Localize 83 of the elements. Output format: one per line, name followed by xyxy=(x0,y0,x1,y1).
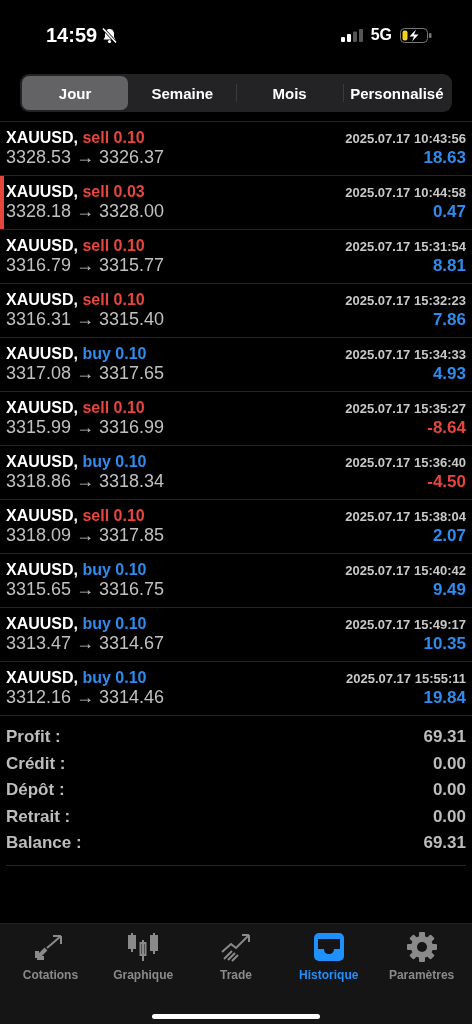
order-type: sell 0.10 xyxy=(82,291,145,308)
battery-charging-icon xyxy=(400,27,432,43)
summary-label: Dépôt : xyxy=(6,780,65,801)
price-range: 3328.53 → 3326.37 xyxy=(6,147,165,168)
trade-profit: 9.49 xyxy=(432,580,466,600)
trade-profit: 18.63 xyxy=(423,148,466,168)
order-type: buy 0.10 xyxy=(82,669,147,686)
network-label: 5G xyxy=(370,26,392,44)
symbol-name: XAUUSD, xyxy=(6,291,78,308)
summary-label: Retrait : xyxy=(6,806,71,827)
order-type: sell 0.10 xyxy=(82,129,145,146)
order-type: buy 0.10 xyxy=(82,453,147,470)
summary-value: 0.00 xyxy=(432,753,466,774)
trade-profit: 10.35 xyxy=(423,634,466,654)
trade-time: 2025.07.17 15:36:40 xyxy=(345,455,466,470)
summary-label: Balance : xyxy=(6,833,82,854)
trade-time: 2025.07.17 10:43:56 xyxy=(345,131,466,146)
trade-profit: 19.84 xyxy=(423,688,466,708)
summary-label: Profit : xyxy=(6,727,61,748)
price-range: 3315.99 → 3316.99 xyxy=(6,417,165,438)
trade-profit: 0.47 xyxy=(432,202,466,222)
settings-icon xyxy=(404,932,439,962)
symbol-name: XAUUSD, xyxy=(6,129,78,146)
symbol-name: XAUUSD, xyxy=(6,237,78,254)
summary-value: 0.00 xyxy=(432,806,466,827)
price-range: 3317.08 → 3317.65 xyxy=(6,363,165,384)
symbol-name: XAUUSD, xyxy=(6,345,78,362)
candlestick-icon xyxy=(126,932,161,962)
symbol-name: XAUUSD, xyxy=(6,183,78,200)
symbol-name: XAUUSD, xyxy=(6,399,78,416)
trade-profit: -8.64 xyxy=(427,418,466,438)
trade-time: 2025.07.17 15:31:54 xyxy=(345,239,466,254)
trade-time: 2025.07.17 15:35:27 xyxy=(345,401,466,416)
symbol-name: XAUUSD, xyxy=(6,507,78,524)
nav-tab[interactable]: Historique xyxy=(282,930,376,984)
symbol-name: XAUUSD, xyxy=(6,561,78,578)
period-tab[interactable]: Personnalisé xyxy=(343,76,450,110)
period-tab[interactable]: Jour xyxy=(22,76,129,110)
trade-time: 2025.07.17 15:49:17 xyxy=(345,617,466,632)
trade-time: 2025.07.17 15:55:11 xyxy=(346,671,466,686)
signal-icon xyxy=(340,28,363,42)
order-type: sell 0.10 xyxy=(82,399,145,416)
price-range: 3328.18 → 3328.00 xyxy=(6,201,165,222)
nav-tab[interactable]: Paramètres xyxy=(375,930,468,984)
order-type: buy 0.10 xyxy=(82,615,147,632)
trade-time: 2025.07.17 10:44:58 xyxy=(345,185,466,200)
order-type: sell 0.10 xyxy=(82,507,145,524)
trade-time: 2025.07.17 15:32:23 xyxy=(345,293,466,308)
order-type: sell 0.10 xyxy=(82,237,145,254)
symbol-name: XAUUSD, xyxy=(6,453,78,470)
symbol-name: XAUUSD, xyxy=(6,669,78,686)
trade-profit: 2.07 xyxy=(432,526,466,546)
price-range: 3312.16 → 3314.46 xyxy=(6,687,165,708)
price-range: 3318.86 → 3318.34 xyxy=(6,471,165,492)
symbol-name: XAUUSD, xyxy=(6,615,78,632)
price-range: 3316.79 → 3315.77 xyxy=(6,255,165,276)
nav-tab[interactable]: Graphique xyxy=(96,930,190,984)
nav-tab[interactable]: Cotations xyxy=(4,930,97,984)
trade-time: 2025.07.17 15:34:33 xyxy=(345,347,466,362)
order-type: sell 0.03 xyxy=(82,183,145,200)
summary-label: Crédit : xyxy=(6,753,66,774)
trade-time: 2025.07.17 15:40:42 xyxy=(345,563,466,578)
summary-value: 69.31 xyxy=(423,727,466,748)
trend-arrow-icon xyxy=(219,932,253,962)
trade-time: 2025.07.17 15:38:04 xyxy=(345,509,466,524)
summary-value: 69.31 xyxy=(423,833,466,854)
period-tab[interactable]: Mois xyxy=(236,76,343,110)
price-range: 3318.09 → 3317.85 xyxy=(6,525,165,546)
trade-profit: 7.86 xyxy=(432,310,466,330)
inbox-tray-icon xyxy=(311,932,346,962)
nav-tab[interactable]: Trade xyxy=(189,930,283,984)
order-type: buy 0.10 xyxy=(82,345,147,362)
muted-bell-icon xyxy=(101,26,119,44)
price-range: 3313.47 → 3314.67 xyxy=(6,633,165,654)
order-type: buy 0.10 xyxy=(82,561,147,578)
summary-value: 0.00 xyxy=(432,780,466,801)
period-tab[interactable]: Semaine xyxy=(129,76,236,110)
trade-profit: 8.81 xyxy=(432,256,466,276)
trade-profit: -4.50 xyxy=(427,472,466,492)
trade-profit: 4.93 xyxy=(432,364,466,384)
clock-time: 14:59 xyxy=(46,23,98,47)
price-range: 3315.65 → 3316.75 xyxy=(6,579,165,600)
price-range: 3316.31 → 3315.40 xyxy=(6,309,165,330)
